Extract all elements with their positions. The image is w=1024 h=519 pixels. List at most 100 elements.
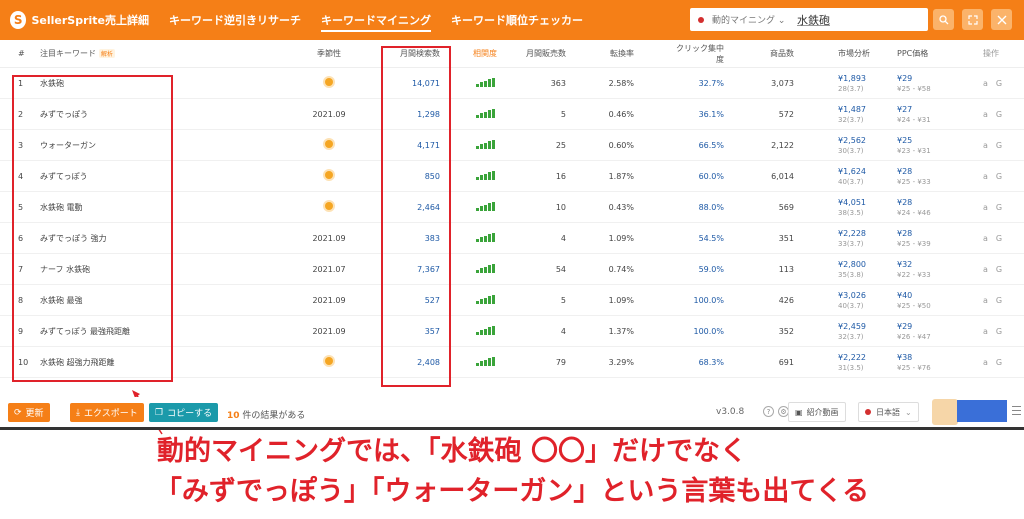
header-season[interactable]: 季節性: [300, 48, 358, 59]
row-search-volume[interactable]: 357: [385, 327, 440, 336]
nav-item-2[interactable]: キーワード逆引きリサーチ: [169, 0, 301, 40]
row-keyword[interactable]: みずてっぽう: [40, 171, 88, 182]
row-click-share[interactable]: 36.1%: [670, 110, 724, 119]
row-click-share[interactable]: 32.7%: [670, 79, 724, 88]
language-select[interactable]: 日本語 ⌄: [858, 402, 919, 422]
nav-item-4[interactable]: キーワード順位チェッカー: [451, 0, 583, 40]
row-ppc[interactable]: ¥29 ¥26 - ¥47: [897, 321, 951, 342]
row-search-volume[interactable]: 527: [385, 296, 440, 305]
row-click-share[interactable]: 54.5%: [670, 234, 724, 243]
table-row[interactable]: 7 ナーフ 水鉄砲 2021.07 7,367 54 0.74% 59.0% 113 ¥2,80…: [0, 254, 1024, 285]
header-sales[interactable]: 月間販売数: [520, 48, 566, 59]
table-row[interactable]: 4 みずてっぽう 850 16 1.87% 60.0% 6,014 ¥1,624 40(3.7)…: [0, 161, 1024, 192]
header-keyword-hint[interactable]: 解析: [99, 49, 116, 58]
row-click-share[interactable]: 60.0%: [670, 172, 724, 181]
table-row[interactable]: 2 みずでっぽう 2021.09 1,298 5 0.46% 36.1% 572 ¥1,487 3…: [0, 99, 1024, 130]
row-market[interactable]: ¥1,624 40(3.7): [838, 166, 878, 187]
row-market[interactable]: ¥2,800 35(3.8): [838, 259, 878, 280]
market-price[interactable]: ¥1,893: [838, 73, 878, 84]
row-market[interactable]: ¥4,051 38(3.5): [838, 197, 878, 218]
market-price[interactable]: ¥2,228: [838, 228, 878, 239]
season-sun-icon[interactable]: [325, 202, 333, 210]
amazon-icon[interactable]: a: [983, 234, 988, 243]
header-click-share[interactable]: クリック集中度: [670, 43, 724, 65]
table-row[interactable]: 8 水鉄砲 最強 2021.09 527 5 1.09% 100.0% 426 ¥3,026 40…: [0, 285, 1024, 316]
season-sun-icon[interactable]: [325, 357, 333, 365]
header-relevance[interactable]: 相関度: [470, 48, 500, 59]
row-search-volume[interactable]: 383: [385, 234, 440, 243]
avatar[interactable]: [932, 399, 958, 425]
search-button[interactable]: [933, 9, 954, 30]
refresh-button[interactable]: ⟳ 更新: [8, 403, 50, 422]
market-price[interactable]: ¥4,051: [838, 197, 878, 208]
google-icon[interactable]: G: [996, 172, 1002, 181]
help-icon[interactable]: ?: [763, 406, 774, 417]
amazon-icon[interactable]: a: [983, 203, 988, 212]
season-sun-icon[interactable]: [325, 140, 333, 148]
header-ppc[interactable]: PPC価格: [897, 48, 951, 59]
search-input[interactable]: [797, 13, 927, 26]
amazon-icon[interactable]: a: [983, 110, 988, 119]
row-keyword[interactable]: みずてっぽう 最強飛距離: [40, 326, 130, 337]
row-click-share[interactable]: 88.0%: [670, 203, 724, 212]
user-info-box[interactable]: [957, 400, 1007, 422]
nav-item-1[interactable]: 売上詳細: [105, 0, 149, 40]
google-icon[interactable]: G: [996, 79, 1002, 88]
menu-icon[interactable]: [1012, 406, 1021, 415]
row-keyword[interactable]: 水鉄砲: [40, 78, 64, 89]
row-ppc[interactable]: ¥38 ¥25 - ¥76: [897, 352, 951, 373]
row-search-volume[interactable]: 7,367: [385, 265, 440, 274]
table-row[interactable]: 3 ウォーターガン 4,171 25 0.60% 66.5% 2,122 ¥2,562 30(3…: [0, 130, 1024, 161]
nav-item-3[interactable]: キーワードマイニング: [321, 0, 431, 40]
market-price[interactable]: ¥2,222: [838, 352, 878, 363]
google-icon[interactable]: G: [996, 141, 1002, 150]
table-row[interactable]: 9 みずてっぽう 最強飛距離 2021.09 357 4 1.37% 100.0% 352 ¥2…: [0, 316, 1024, 347]
table-row[interactable]: 5 水鉄砲 電動 2,464 10 0.43% 88.0% 569 ¥4,051 38(3.5)…: [0, 192, 1024, 223]
market-price[interactable]: ¥3,026: [838, 290, 878, 301]
header-conversion[interactable]: 転換率: [590, 48, 634, 59]
row-ppc[interactable]: ¥32 ¥22 - ¥33: [897, 259, 951, 280]
market-price[interactable]: ¥1,624: [838, 166, 878, 177]
row-keyword[interactable]: ウォーターガン: [40, 140, 96, 151]
table-row[interactable]: 10 水鉄砲 超強力飛距離 2,408 79 3.29% 68.3% 691 ¥2,222 31…: [0, 347, 1024, 378]
row-ppc[interactable]: ¥28 ¥25 - ¥39: [897, 228, 951, 249]
row-click-share[interactable]: 100.0%: [670, 296, 724, 305]
row-market[interactable]: ¥1,893 28(3.7): [838, 73, 878, 94]
row-ppc[interactable]: ¥27 ¥24 - ¥31: [897, 104, 951, 125]
ppc-price[interactable]: ¥29: [897, 321, 951, 332]
row-keyword[interactable]: 水鉄砲 電動: [40, 202, 83, 213]
amazon-icon[interactable]: a: [983, 296, 988, 305]
market-price[interactable]: ¥2,800: [838, 259, 878, 270]
row-keyword[interactable]: ナーフ 水鉄砲: [40, 264, 90, 275]
row-click-share[interactable]: 66.5%: [670, 141, 724, 150]
copy-button[interactable]: ❐ コピーする: [149, 403, 219, 422]
row-ppc[interactable]: ¥28 ¥24 - ¥46: [897, 197, 951, 218]
ppc-price[interactable]: ¥28: [897, 166, 951, 177]
market-price[interactable]: ¥2,562: [838, 135, 878, 146]
row-search-volume[interactable]: 1,298: [385, 110, 440, 119]
header-keyword[interactable]: 注目キーワード 解析: [40, 48, 116, 59]
ppc-price[interactable]: ¥28: [897, 228, 951, 239]
amazon-icon[interactable]: a: [983, 172, 988, 181]
row-ppc[interactable]: ¥40 ¥25 - ¥50: [897, 290, 951, 311]
season-sun-icon[interactable]: [325, 78, 333, 86]
table-row[interactable]: 6 みずでっぽう 強力 2021.09 383 4 1.09% 54.5% 351 ¥2,228…: [0, 223, 1024, 254]
google-icon[interactable]: G: [996, 296, 1002, 305]
row-click-share[interactable]: 68.3%: [670, 358, 724, 367]
video-button[interactable]: ▣ 紹介動画: [788, 402, 846, 422]
amazon-icon[interactable]: a: [983, 327, 988, 336]
expand-button[interactable]: [962, 9, 983, 30]
row-market[interactable]: ¥2,222 31(3.5): [838, 352, 878, 373]
row-search-volume[interactable]: 2,464: [385, 203, 440, 212]
row-click-share[interactable]: 100.0%: [670, 327, 724, 336]
google-icon[interactable]: G: [996, 265, 1002, 274]
google-icon[interactable]: G: [996, 327, 1002, 336]
logo[interactable]: S SellerSprite: [10, 11, 105, 29]
google-icon[interactable]: G: [996, 110, 1002, 119]
ppc-price[interactable]: ¥40: [897, 290, 951, 301]
row-ppc[interactable]: ¥28 ¥25 - ¥33: [897, 166, 951, 187]
row-keyword[interactable]: 水鉄砲 超強力飛距離: [40, 357, 115, 368]
row-market[interactable]: ¥1,487 32(3.7): [838, 104, 878, 125]
amazon-icon[interactable]: a: [983, 141, 988, 150]
row-ppc[interactable]: ¥25 ¥23 - ¥31: [897, 135, 951, 156]
